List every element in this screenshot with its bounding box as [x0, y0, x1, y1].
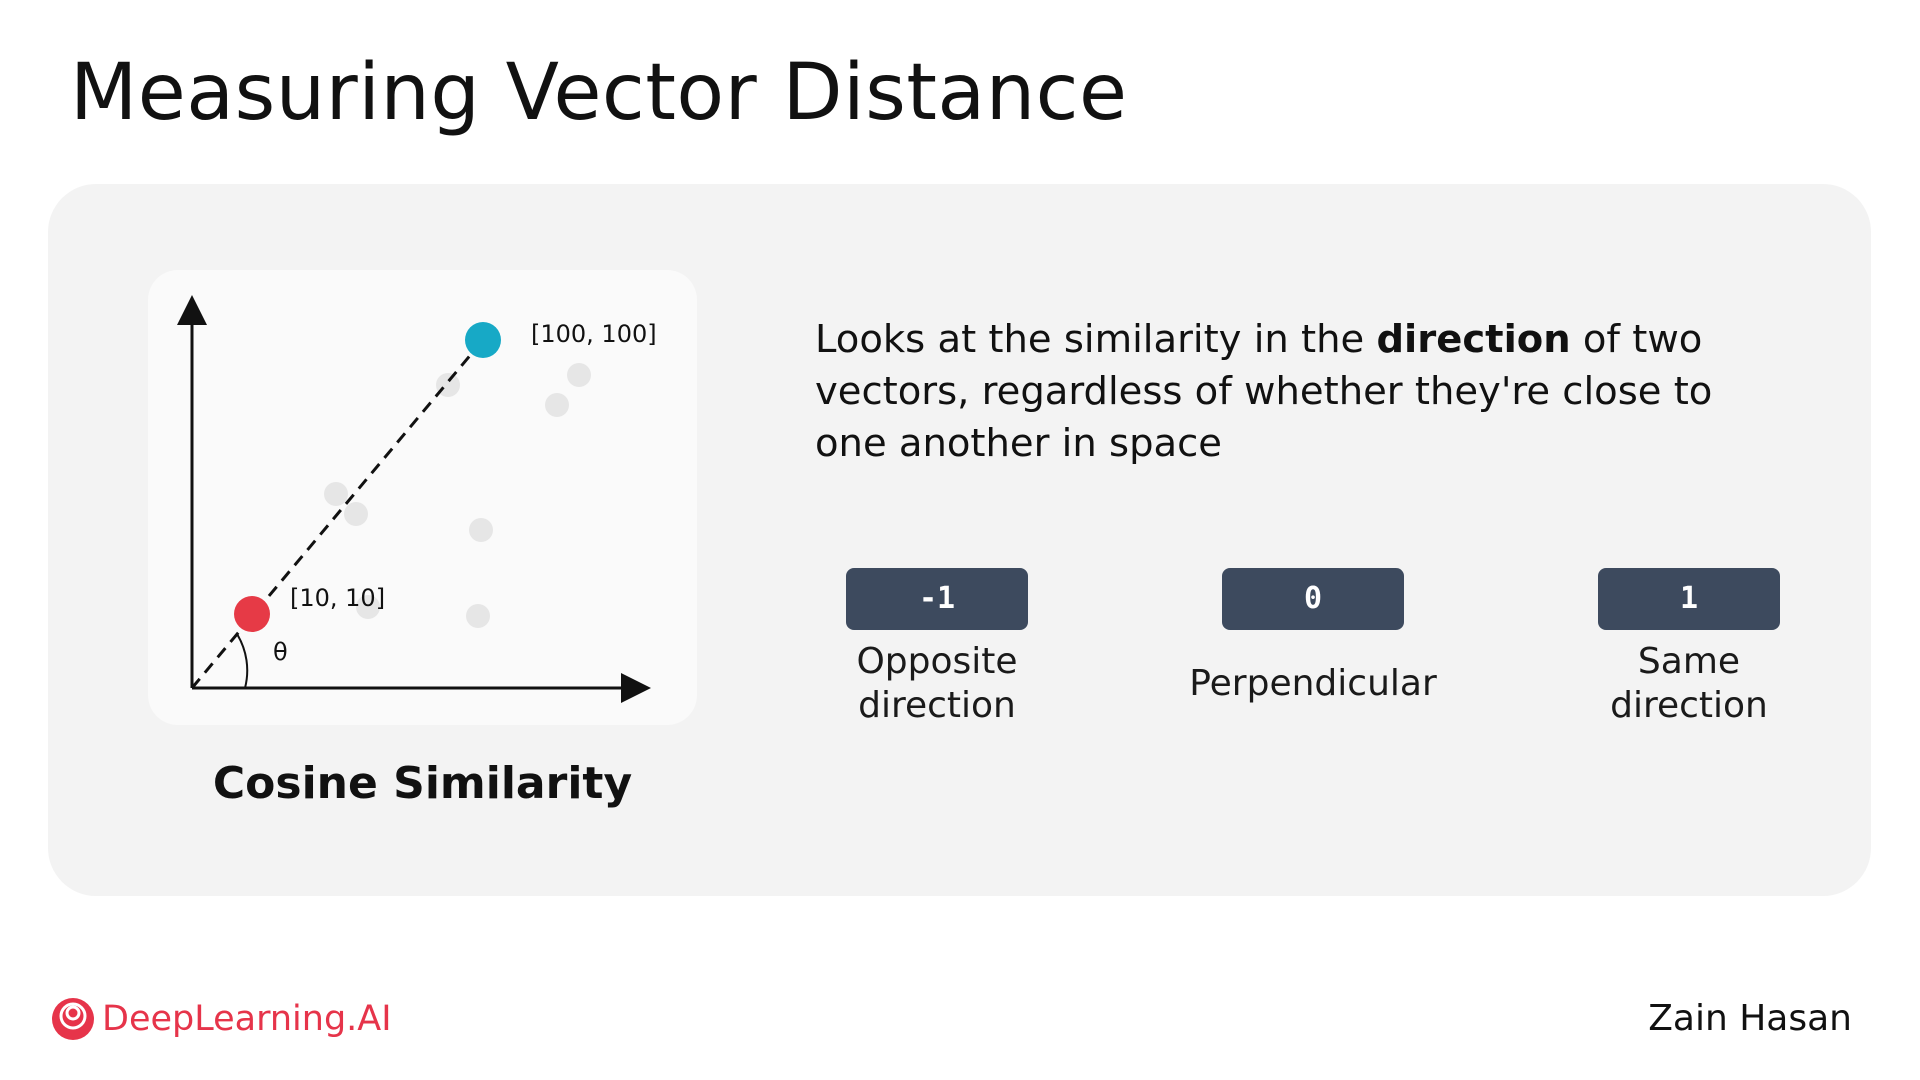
scale-label: Opposite direction [856, 641, 1018, 726]
description-before: Looks at the similarity in the [815, 317, 1365, 362]
content-panel: θ [10, 10] [100, 100] Cosine Similarity … [48, 184, 1871, 896]
scale-item-opposite: -1 Opposite direction [797, 568, 1077, 728]
brand-name: DeepLearning.AI [102, 999, 392, 1039]
scale-label: Same direction [1610, 641, 1768, 726]
scale-badge: 1 [1598, 568, 1780, 630]
diagram-caption: Cosine Similarity [212, 758, 633, 809]
background-point [567, 363, 591, 387]
background-point [469, 518, 493, 542]
angle-arc [236, 633, 249, 689]
deeplearning-logo: DeepLearning.AI [50, 996, 392, 1042]
background-point [466, 604, 490, 628]
scale-item-perpendicular: 0 Perpendicular [1173, 568, 1453, 706]
vector-plot: θ [10, 10] [100, 100] [148, 270, 697, 725]
description-text: Looks at the similarity in the direction… [815, 314, 1775, 470]
scale-label: Perpendicular [1189, 663, 1437, 704]
slide-title: Measuring Vector Distance [70, 48, 1128, 138]
scale-badge: -1 [846, 568, 1028, 630]
vector-plot-svg: θ [10, 10] [100, 100] [177, 295, 657, 703]
scale-item-same: 1 Same direction [1549, 568, 1829, 728]
point-b-label: [100, 100] [531, 320, 657, 348]
scale-badge: 0 [1222, 568, 1404, 630]
point-a [234, 596, 270, 632]
vector-line [190, 339, 485, 689]
point-a-label: [10, 10] [290, 584, 385, 612]
description-bold: direction [1376, 317, 1571, 362]
author-name: Zain Hasan [1648, 998, 1852, 1039]
background-point [545, 393, 569, 417]
deeplearning-logo-icon [52, 998, 94, 1040]
background-point [344, 502, 368, 526]
background-point [324, 482, 348, 506]
point-b [465, 322, 501, 358]
angle-label: θ [273, 638, 288, 666]
